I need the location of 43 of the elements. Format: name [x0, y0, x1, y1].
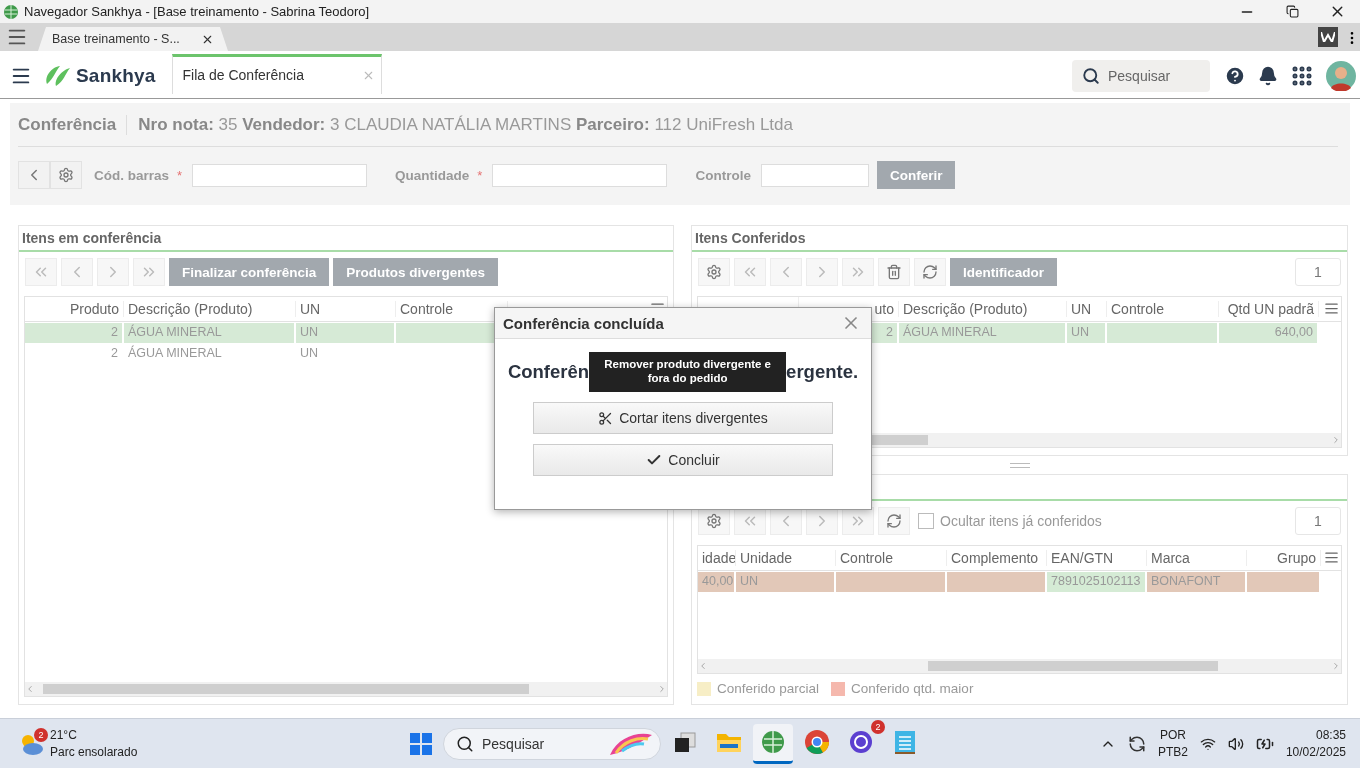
panel-title: Itens Conferidos	[692, 226, 1347, 252]
table-cell: UN	[296, 323, 396, 343]
field-label: Quantidade	[395, 167, 470, 183]
table-cell: 2	[25, 344, 124, 364]
clock-time: 08:35	[1315, 726, 1346, 744]
checkbox-label: Ocultar itens já conferidos	[940, 513, 1102, 529]
table-cell: 40,00	[698, 572, 736, 592]
page-number: 1	[1295, 507, 1341, 535]
table-cell: ÁGUA MINERAL	[124, 344, 296, 364]
dialog-message: Conferên	[507, 361, 590, 383]
notification-badge: 2	[34, 727, 48, 742]
table-cell: UN	[1067, 323, 1107, 343]
field-label: Controle	[695, 167, 751, 183]
logo-text: Sankhya	[76, 64, 156, 87]
table-cell: BONAFONT	[1147, 572, 1247, 592]
field-label: Cód. barras	[94, 167, 170, 183]
tooltip: Remover produto divergente e fora do pedido	[589, 352, 787, 392]
window-title: Navegador Sankhya - [Base treinamento - Sabrina Teodoro]	[24, 4, 371, 19]
tab-title: Fila de Conferência	[182, 67, 304, 83]
table-cell: 2	[25, 323, 124, 343]
keyboard-layout: PTB2	[1157, 743, 1188, 761]
required-mark: *	[477, 167, 483, 183]
table-cell: ÁGUA MINERAL	[124, 323, 296, 343]
table-cell: UN	[296, 344, 396, 364]
tab-title: Base treinamento - S...	[52, 32, 180, 46]
table-cell: ÁGUA MINERAL	[899, 323, 1067, 343]
page-number: 1	[1295, 258, 1341, 286]
dialog-title: Conferência concluída	[503, 314, 664, 332]
legend-label: Conferido qtd. maior	[851, 681, 974, 696]
panel-title: Itens em conferência	[19, 226, 673, 252]
table-cell: 7891025102113	[1047, 572, 1147, 592]
dialog-message: ergente.	[786, 361, 859, 383]
clock-date: 10/02/2025	[1285, 743, 1346, 761]
language-code: POR	[1159, 726, 1186, 744]
temperature: 21°C	[50, 727, 78, 744]
required-mark: *	[177, 167, 183, 183]
table-cell: 640,00	[1219, 323, 1319, 343]
invoice-info: Nro nota: 35 Vendedor: 3 CLAUDIA NATÁLIA MARTINS Parceiro: 112 UniFresh Ltda	[138, 114, 793, 135]
table-cell: UN	[736, 572, 836, 592]
weather-condition: Parc ensolarado	[50, 743, 138, 760]
legend-label: Conferido parcial	[717, 681, 820, 696]
form-title: Conferência	[18, 114, 128, 135]
notification-badge: 2	[871, 719, 885, 734]
